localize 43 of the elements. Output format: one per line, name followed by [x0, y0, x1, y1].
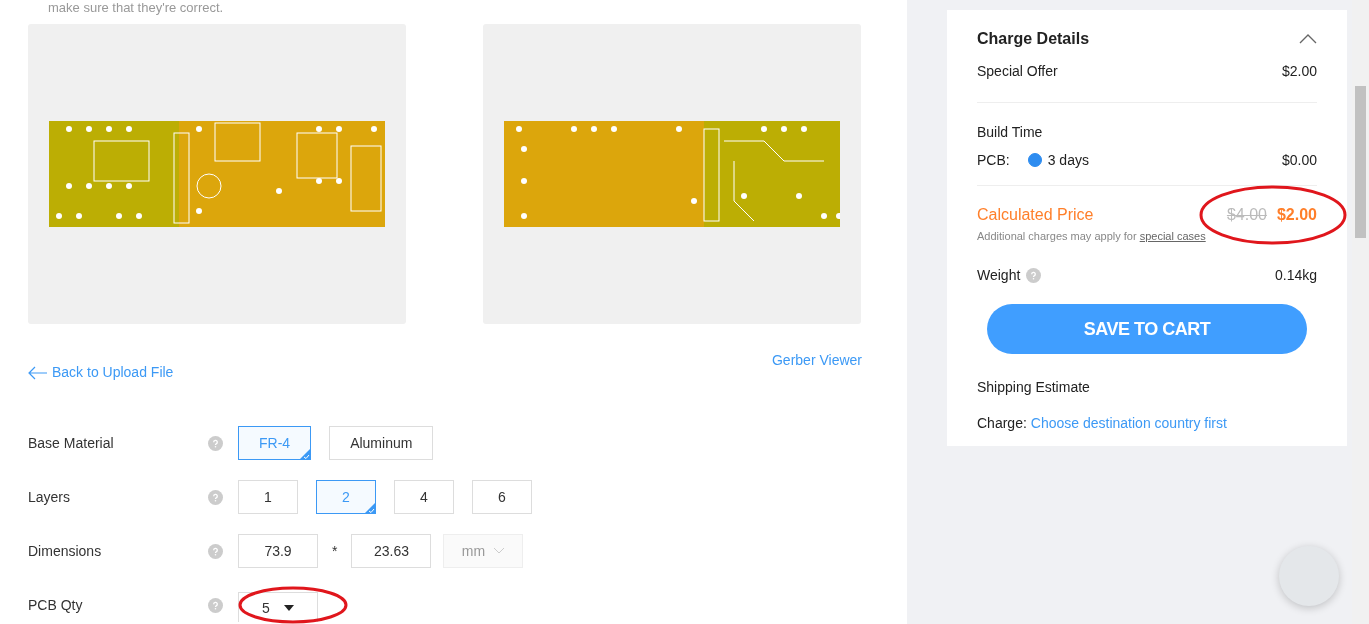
offer-value: $2.00	[1281, 63, 1317, 79]
help-icon[interactable]	[208, 489, 223, 505]
height-field[interactable]: 23.63	[351, 534, 432, 568]
check-corner-icon	[299, 448, 312, 460]
option-label: Layers	[28, 489, 72, 505]
help-icon[interactable]	[1026, 267, 1042, 283]
intro-text: make sure that they're correct.	[47, 0, 225, 17]
option-button[interactable]: 4	[394, 480, 454, 514]
chevron-up-icon[interactable]	[1299, 34, 1317, 44]
original-price: $4.00	[1226, 206, 1267, 224]
special-cases-link[interactable]: special cases	[1139, 230, 1206, 242]
option-label: Base Material	[28, 435, 115, 451]
arrow-left-icon	[28, 366, 48, 380]
option-button[interactable]: 1	[238, 480, 298, 514]
chevron-down-icon	[493, 547, 506, 555]
radio-button[interactable]	[1027, 153, 1042, 167]
option-label: PCB Qty	[28, 597, 84, 613]
chat-avatar[interactable]	[1279, 546, 1339, 606]
build-time-label: Build Time	[977, 124, 1043, 140]
calculated-price-label: Calculated Price	[977, 206, 1094, 224]
note-text: Additional charges may apply for	[977, 230, 1138, 242]
help-icon[interactable]	[208, 597, 223, 613]
width-field[interactable]: 73.9	[238, 534, 318, 568]
build-option: 3 days	[1047, 152, 1089, 168]
offer-label: Special Offer	[977, 63, 1058, 79]
option-label: Dimensions	[28, 543, 103, 559]
scrollbar-thumb[interactable]	[1355, 86, 1366, 238]
help-icon[interactable]	[208, 543, 223, 559]
card-title: Charge Details	[977, 30, 1090, 48]
option-button[interactable]: 6	[472, 480, 532, 514]
pcb-label: PCB:	[977, 152, 1010, 168]
caret-down-icon	[283, 604, 294, 611]
times-sign: *	[332, 543, 338, 559]
quantity-select[interactable]: 5	[238, 592, 318, 622]
weight-label: Weight	[977, 267, 1057, 283]
option-button[interactable]: Aluminum	[329, 426, 434, 460]
help-icon[interactable]	[208, 435, 223, 451]
pcb-cost: $0.00	[1281, 152, 1317, 168]
shipping-title: Shipping Estimate	[977, 379, 1090, 395]
weight-value: 0.14kg	[1274, 267, 1317, 283]
discounted-price: $2.00	[1276, 206, 1317, 224]
charge-label: Charge:	[977, 415, 1027, 431]
check-corner-icon	[364, 502, 376, 514]
